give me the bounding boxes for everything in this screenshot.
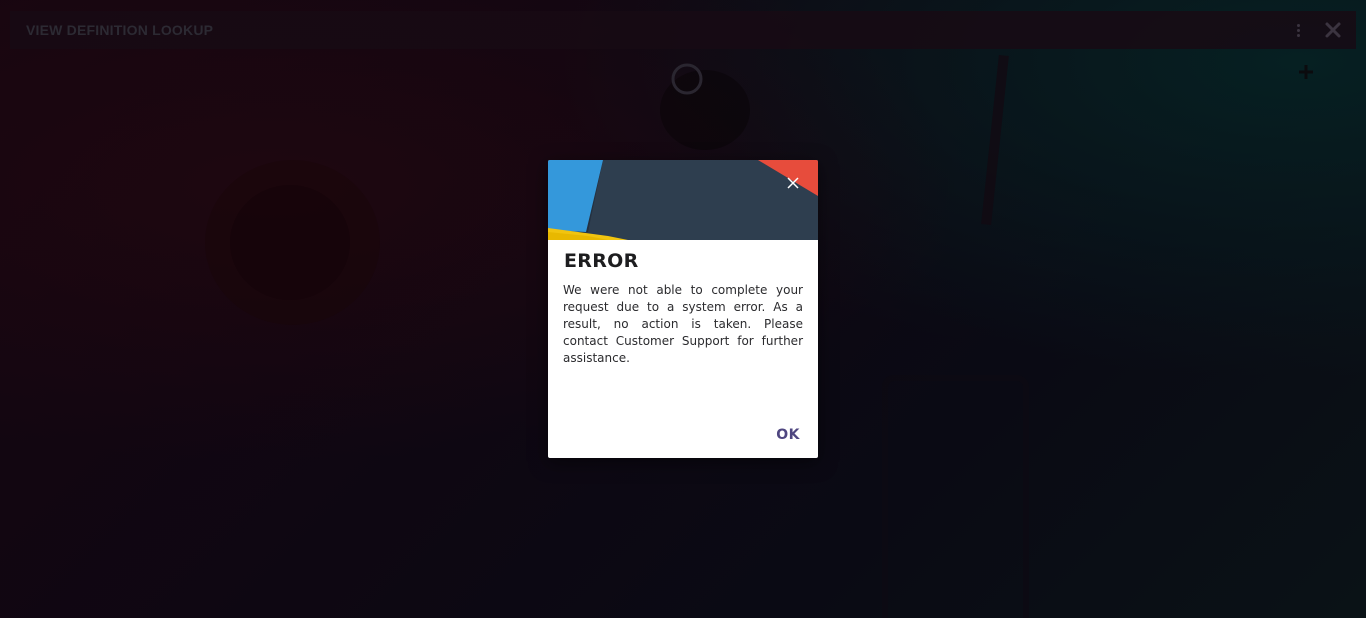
close-icon[interactable] [1322,19,1344,41]
window-title: VIEW DEFINITION LOOKUP [26,22,214,38]
background-tablet-shape [882,375,1029,618]
plus-icon[interactable] [1296,62,1316,82]
ok-button[interactable]: OK [774,425,802,445]
close-icon[interactable] [784,174,802,192]
window-title-bar: VIEW DEFINITION LOOKUP [10,11,1356,49]
error-dialog: ERROR We were not able to complete your … [548,160,818,458]
dialog-message: We were not able to complete your reques… [563,283,803,365]
dialog-header-graphic [548,160,818,240]
background-pencil-shape [981,54,1009,226]
more-vertical-icon[interactable] [1288,19,1308,41]
dialog-title: ERROR [564,250,639,272]
app-backdrop: VIEW DEFINITION LOOKUP ERROR We were not… [0,0,1366,618]
background-cup-shape [205,160,380,325]
background-cup-inner-shape [230,185,350,300]
loading-ring-icon [670,62,704,96]
